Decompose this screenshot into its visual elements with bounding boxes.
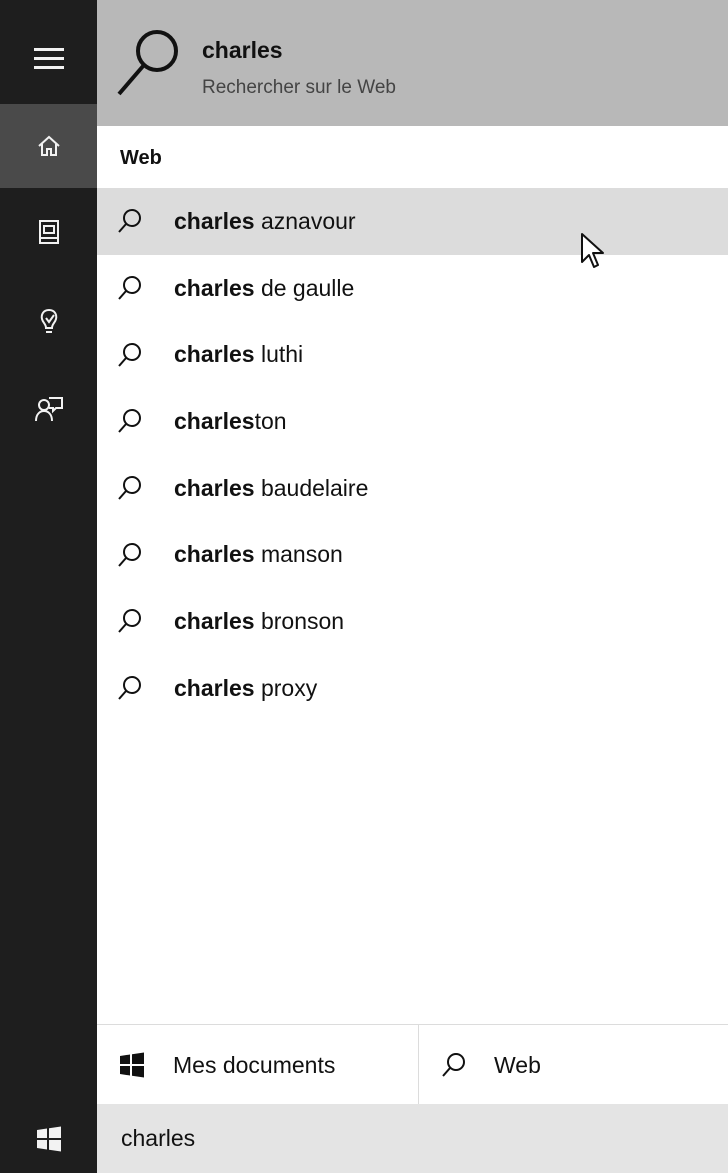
search-query: charles (202, 37, 283, 63)
search-scope-tabs: Mes documents Web (97, 1024, 728, 1105)
suggestion-text: charles de gaulle (174, 274, 355, 301)
taskbar-search-box (97, 1104, 728, 1173)
notebook-button[interactable] (0, 201, 97, 263)
my-documents-label: Mes documents (173, 1051, 336, 1078)
search-header[interactable]: charles Rechercher sur le Web (97, 0, 728, 126)
suggestion-text: charles manson (174, 541, 343, 568)
section-label: Web (120, 147, 162, 169)
search-icon (118, 676, 141, 700)
windows-logo-icon (36, 1126, 61, 1151)
search-web-hint: Rechercher sur le Web (202, 77, 396, 98)
home-button[interactable] (0, 104, 97, 188)
suggestion-text: charles bronson (174, 607, 345, 634)
search-icon (442, 1053, 465, 1077)
taskbar-search-input[interactable] (97, 1104, 728, 1173)
suggestion-item[interactable]: charles de gaulle (97, 255, 728, 322)
search-icon (118, 542, 141, 567)
my-documents-button[interactable]: Mes documents (97, 1025, 419, 1105)
suggestion-text: charleston (174, 407, 287, 434)
mouse-pointer-icon (581, 233, 604, 268)
web-label: Web (494, 1051, 541, 1078)
search-icon (118, 209, 141, 234)
cortana-side-rail (0, 0, 97, 1104)
suggestion-item[interactable]: charles aznavour (97, 188, 728, 255)
notebook-icon (38, 220, 59, 244)
suggestion-text: charles aznavour (174, 207, 356, 234)
search-icon (118, 476, 141, 500)
lightbulb-icon (40, 308, 57, 333)
taskbar (0, 1104, 728, 1173)
suggestion-item[interactable]: charles bronson (97, 588, 728, 655)
section-header-web: Web (97, 126, 728, 188)
search-icon (118, 342, 141, 367)
start-button[interactable] (0, 1104, 97, 1173)
reminders-button[interactable] (0, 291, 97, 353)
suggestion-item[interactable]: charleston (97, 388, 728, 455)
search-icon (117, 30, 178, 96)
web-button[interactable]: Web (419, 1025, 728, 1105)
hamburger-icon (33, 48, 64, 69)
suggestion-text: charles luthi (174, 341, 304, 368)
suggestion-item[interactable]: charles proxy (97, 655, 728, 722)
suggestion-item[interactable]: charles baudelaire (97, 455, 728, 522)
feedback-icon (34, 397, 63, 422)
suggestion-text: charles baudelaire (174, 474, 369, 501)
feedback-button[interactable] (0, 378, 97, 440)
windows-logo-icon (120, 1052, 144, 1078)
suggestion-text: charles proxy (174, 674, 318, 701)
home-icon (37, 135, 60, 156)
suggestion-list: charles aznavour charles de gaulle charl… (97, 188, 728, 722)
search-icon (118, 609, 141, 634)
suggestion-item[interactable]: charles luthi (97, 321, 728, 388)
menu-button[interactable] (0, 28, 97, 90)
search-icon (118, 409, 141, 434)
search-icon (118, 276, 141, 300)
suggestion-item[interactable]: charles manson (97, 521, 728, 588)
